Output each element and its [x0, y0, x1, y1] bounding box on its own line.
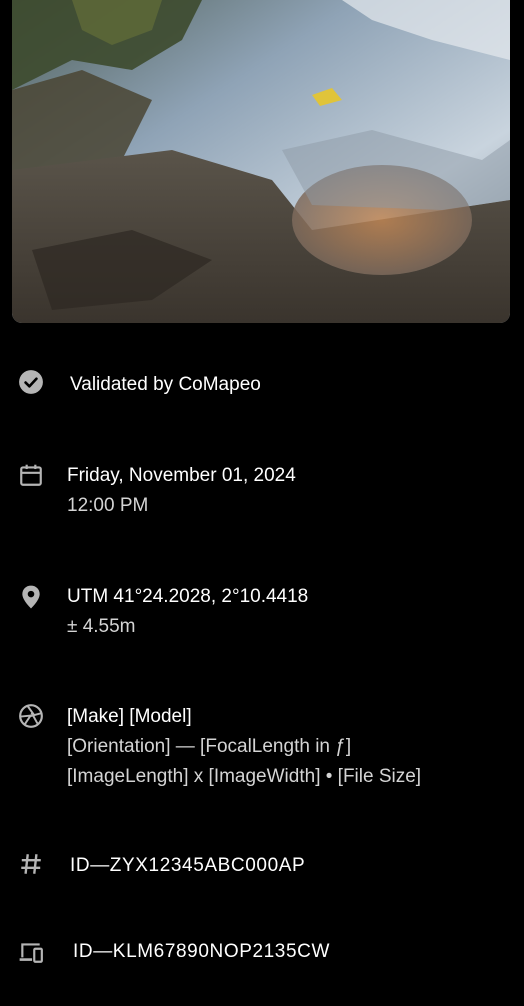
camera-dimensions: [ImageLength] x [ImageWidth] • [File Siz… [67, 766, 422, 787]
photo-image [12, 0, 510, 323]
observation-photo[interactable] [12, 0, 510, 323]
observation-id-text: ID—ZYX12345ABC000AP [70, 855, 306, 876]
location-pin-icon [18, 584, 44, 610]
device-id-text: ID—KLM67890NOP2135CW [73, 941, 330, 962]
camera-aperture-icon [18, 703, 44, 729]
time-text: 12:00 PM [67, 495, 149, 516]
hash-icon [18, 851, 44, 877]
date-text: Friday, November 01, 2024 [67, 465, 296, 486]
devices-icon [18, 939, 44, 965]
check-circle-icon [18, 369, 44, 395]
accuracy-text: ± 4.55m [67, 616, 136, 637]
validation-text: Validated by CoMapeo [70, 374, 261, 395]
coordinates-text: UTM 41°24.2028, 2°10.4418 [67, 586, 309, 607]
camera-make-model: [Make] [Model] [67, 706, 192, 727]
calendar-icon [18, 462, 44, 488]
camera-orientation: [Orientation] — [FocalLength in ƒ] [67, 736, 352, 757]
